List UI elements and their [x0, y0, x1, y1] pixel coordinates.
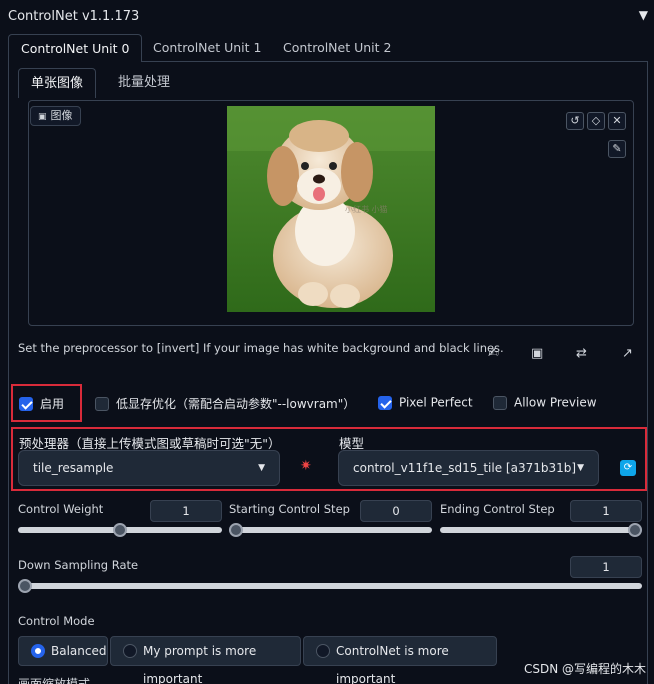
resize-mode-label: 画面缩放模式 [18, 677, 91, 684]
ending-step-input[interactable]: 1 [570, 500, 642, 522]
image-tabs: 单张图像 批量处理 [18, 68, 640, 100]
radio-icon [316, 644, 330, 658]
mode-prompt-important[interactable]: My prompt is more important [110, 636, 301, 684]
preprocessor-select[interactable]: tile_resample ▼ [18, 450, 280, 486]
edit-icon[interactable]: ✍ [488, 346, 499, 361]
ending-step-thumb[interactable] [628, 523, 642, 537]
mode-controlnet-important[interactable]: ControlNet is more important [303, 636, 497, 684]
tab-unit-0[interactable]: ControlNet Unit 0 [8, 34, 143, 62]
camera-icon[interactable]: ▣ [531, 346, 543, 361]
down-sampling-thumb[interactable] [18, 579, 32, 593]
tab-unit-1[interactable]: ControlNet Unit 1 [153, 34, 261, 62]
tab-batch[interactable]: 批量处理 [118, 68, 170, 98]
send-icon[interactable]: ↗ [622, 346, 633, 361]
tab-single-image[interactable]: 单张图像 [18, 68, 97, 98]
chevron-down-icon: ▼ [258, 463, 265, 473]
control-weight-thumb[interactable] [113, 523, 127, 537]
pixel-perfect-checkbox[interactable]: Pixel Perfect [378, 395, 473, 413]
mode-balanced[interactable]: Balanced [18, 636, 108, 666]
image-label: ▣ 图像 [30, 106, 81, 126]
undo-icon[interactable]: ↺ [566, 112, 584, 130]
enable-checkbox[interactable]: 启用 [19, 395, 64, 413]
close-icon[interactable]: ✕ [608, 112, 626, 130]
starting-step-label: Starting Control Step [229, 502, 350, 516]
photo-watermark: 小红书 小猫 [345, 204, 388, 214]
pixel-perfect-check[interactable] [378, 395, 392, 410]
starting-step-thumb[interactable] [229, 523, 243, 537]
image-icon: ▣ [38, 112, 47, 122]
lowvram-check[interactable] [95, 396, 109, 411]
lowvram-checkbox[interactable]: 低显存优化（需配合启动参数"--lowvram"） [95, 395, 355, 413]
radio-icon [31, 644, 45, 658]
down-sampling-track[interactable] [18, 583, 642, 589]
starting-step-input[interactable]: 0 [360, 500, 432, 522]
preprocessor-hint: Set the preprocessor to [invert] If your… [18, 341, 504, 355]
starting-step-track[interactable] [229, 527, 432, 533]
model-select[interactable]: control_v11f1e_sd15_tile [a371b31b] ▼ [338, 450, 599, 486]
uploaded-dog-photo: 小红书 小猫 [227, 106, 435, 312]
control-weight-input[interactable]: 1 [150, 500, 222, 522]
refresh-models-icon[interactable]: ⟳ [620, 460, 636, 476]
allow-preview-check[interactable] [493, 395, 507, 410]
chevron-down-icon: ▼ [577, 463, 584, 473]
controlnet-title: ControlNet v1.1.173 [8, 9, 140, 24]
control-weight-label: Control Weight [18, 502, 104, 516]
down-sampling-label: Down Sampling Rate [18, 558, 139, 572]
swap-icon[interactable]: ⇄ [576, 346, 587, 361]
csdn-watermark: CSDN @写编程的木木 [523, 662, 646, 676]
run-preprocessor-icon[interactable]: ✷ [300, 458, 312, 474]
allow-preview-checkbox[interactable]: Allow Preview [493, 395, 597, 413]
tab-unit-2[interactable]: ControlNet Unit 2 [283, 34, 391, 62]
eraser-icon[interactable]: ◇ [587, 112, 605, 130]
ending-step-label: Ending Control Step [440, 502, 555, 516]
enable-check[interactable] [19, 396, 33, 411]
control-mode-label: Control Mode [18, 614, 95, 628]
collapse-icon[interactable]: ▼ [639, 8, 648, 22]
brush-icon[interactable]: ✎ [608, 140, 626, 158]
ending-step-track[interactable] [440, 527, 642, 533]
down-sampling-input[interactable]: 1 [570, 556, 642, 578]
radio-icon [123, 644, 137, 658]
